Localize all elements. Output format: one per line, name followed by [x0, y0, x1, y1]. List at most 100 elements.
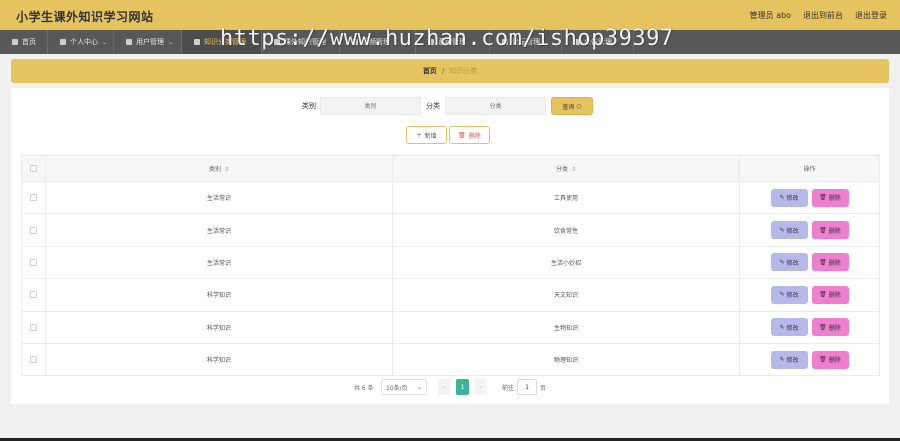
table-row: 生活常识 饮食常性 ✎ 修改 🗑 删除 [21, 213, 880, 247]
home-icon [12, 39, 18, 45]
chevron-down-icon: ⌄ [168, 38, 174, 46]
pencil-icon: ✎ [779, 226, 785, 234]
table-row: 生活常识 工具使用 ✎ 修改 🗑 删除 [21, 180, 880, 215]
document-icon [126, 39, 132, 45]
trash-icon: 🗑 [819, 291, 827, 299]
goto-page-input[interactable]: 1 [517, 379, 537, 395]
row-checkbox[interactable] [30, 291, 37, 299]
row-checkbox[interactable] [30, 194, 37, 202]
delete-button[interactable]: 🗑 删除 [811, 285, 849, 304]
row-checkbox[interactable] [30, 226, 37, 234]
chevron-down-icon: ⌄ [416, 383, 422, 391]
trash-icon: 🗑 [819, 226, 827, 234]
trash-icon: 🗑 [819, 258, 827, 266]
breadcrumb-home[interactable]: 首页 [423, 66, 437, 76]
nav-item-user-management[interactable]: 用户管理 ⌄ [114, 30, 182, 54]
breadcrumb: 首页 / 知识分类 [11, 59, 889, 83]
edit-button[interactable]: ✎ 修改 [770, 221, 808, 240]
sort-icon[interactable]: ⇕ [224, 166, 229, 173]
delete-button[interactable]: 🗑 删除 [811, 253, 849, 272]
select-all-checkbox[interactable] [30, 165, 37, 172]
nav-item-video-management[interactable]: 视频管理 [340, 30, 416, 54]
table-header-row: 类别 ⇕ 分类 ⇕ 操作 [21, 155, 880, 182]
subcategory-cell: 工具使用 [392, 180, 740, 215]
category-cell: 生活常识 [45, 213, 393, 247]
category-table: 类别 ⇕ 分类 ⇕ 操作 生活常识 工具使用 ✎ 修改 🗑 删除 生活常识 饮食常性 ✎… [21, 155, 880, 377]
subcategory-cell: 物理知识 [392, 342, 740, 377]
nav-item-home[interactable]: 首页 [0, 30, 48, 54]
nav-item-notice-management[interactable]: 公告管理 [562, 30, 634, 54]
delete-button[interactable]: 🗑 删除 [811, 318, 849, 337]
query-button[interactable]: 查询 ○ [551, 97, 593, 115]
page-size-select[interactable]: 10条/页 ⌄ [381, 379, 427, 395]
back-to-frontend-link[interactable]: 退出到前台 [803, 10, 843, 21]
table-row: 科学知识 物理知识 ✎ 修改 🗑 删除 [21, 342, 880, 377]
nav-item-forum-management[interactable]: 论坛管理 [490, 30, 562, 54]
person-icon [60, 39, 66, 45]
category-cell: 生活常识 [45, 180, 393, 215]
delete-button[interactable]: 🗑 删除 [811, 221, 849, 240]
document-icon [274, 39, 280, 45]
edit-button[interactable]: ✎ 修改 [770, 350, 808, 369]
header-user-area: 管理员 abo 退出到前台 退出登录 [750, 10, 887, 21]
search-icon: ○ [576, 102, 582, 110]
edit-button[interactable]: ✎ 修改 [770, 285, 808, 304]
table-row: 科学知识 生物知识 ✎ 修改 🗑 删除 [21, 310, 880, 344]
subcategory-cell: 饮食常性 [392, 213, 740, 247]
row-checkbox[interactable] [30, 356, 37, 364]
table-row: 科学知识 天文知识 ✎ 修改 🗑 删除 [21, 278, 880, 312]
pencil-icon: ✎ [779, 356, 785, 364]
next-page-button[interactable]: › [474, 379, 487, 395]
goto-unit-label: 页 [540, 384, 547, 392]
pagination-total: 共 6 条 [354, 384, 374, 392]
add-button[interactable]: + 新增 [406, 126, 447, 144]
category-cell: 科学知识 [45, 310, 393, 344]
delete-button[interactable]: 🗑 删除 [811, 188, 849, 207]
document-icon [352, 39, 358, 45]
breadcrumb-separator: / [441, 67, 445, 75]
row-checkbox[interactable] [30, 323, 37, 331]
column-header-subcategory[interactable]: 分类 ⇕ [392, 155, 740, 182]
subcategory-cell: 天文知识 [392, 278, 740, 312]
prev-page-button[interactable]: ‹ [438, 379, 451, 395]
document-icon [502, 39, 508, 45]
subcategory-filter-label: 分类 [426, 102, 440, 110]
nav-item-system-management[interactable]: 系统管理 [416, 30, 490, 54]
nav-item-personal-center[interactable]: 个人中心 ⌄ [48, 30, 114, 54]
nav-item-knowledge-management[interactable]: 课外知识管理 [262, 30, 340, 54]
top-header: 小学生课外知识学习网站 管理员 abo 退出到前台 退出登录 [0, 0, 900, 30]
column-header-actions: 操作 [739, 155, 880, 182]
row-checkbox[interactable] [30, 258, 37, 266]
category-cell: 科学知识 [45, 278, 393, 312]
site-title: 小学生课外知识学习网站 [16, 10, 154, 24]
logout-link[interactable]: 退出登录 [855, 10, 887, 21]
subcategory-filter-input[interactable] [445, 97, 546, 115]
goto-label: 前往 [502, 384, 515, 392]
edit-button[interactable]: ✎ 修改 [770, 318, 808, 337]
category-filter-label: 类别 [302, 102, 316, 110]
category-filter-input[interactable] [320, 97, 421, 115]
breadcrumb-current: 知识分类 [449, 67, 478, 75]
column-header-category[interactable]: 类别 ⇕ [45, 155, 393, 182]
document-icon [428, 39, 434, 45]
nav-item-category-management[interactable]: 知识分类管理 [182, 30, 262, 54]
edit-button[interactable]: ✎ 修改 [770, 188, 808, 207]
pencil-icon: ✎ [779, 194, 785, 202]
delete-button[interactable]: 🗑 删除 [811, 350, 849, 369]
page-number-current[interactable]: 1 [456, 379, 469, 395]
chevron-right-icon: › [479, 383, 482, 391]
plus-icon: + [416, 131, 422, 139]
batch-delete-button[interactable]: 🗑 删除 [449, 126, 490, 144]
trash-icon: 🗑 [458, 131, 466, 139]
category-cell: 生活常识 [45, 245, 393, 280]
sort-icon[interactable]: ⇕ [571, 166, 576, 173]
subcategory-cell: 生物知识 [392, 310, 740, 344]
admin-user-label: 管理员 abo [749, 11, 791, 20]
select-all-cell [21, 155, 46, 182]
document-icon [574, 39, 580, 45]
pencil-icon: ✎ [779, 323, 785, 331]
edit-button[interactable]: ✎ 修改 [770, 253, 808, 272]
trash-icon: 🗑 [819, 356, 827, 364]
main-nav: 首页 个人中心 ⌄ 用户管理 ⌄ 知识分类管理 课外知识管理 视频管理 系统管理 论… [0, 30, 900, 54]
trash-icon: 🗑 [819, 194, 827, 202]
